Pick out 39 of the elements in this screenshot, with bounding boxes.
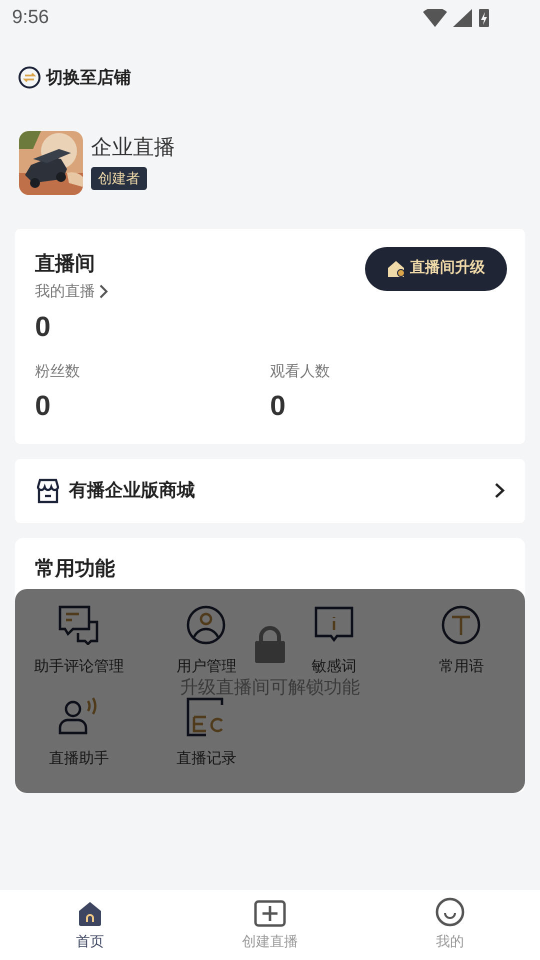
function-item[interactable]: 敏感词 xyxy=(270,604,398,678)
stat-value: 0 xyxy=(270,388,287,422)
stat-value: 0 xyxy=(35,388,52,422)
battery-icon xyxy=(478,8,490,28)
home-icon xyxy=(77,901,103,927)
stat-label: 观看人数 xyxy=(270,362,331,382)
status-time: 9:56 xyxy=(12,6,49,30)
profile-name: 企业直播 xyxy=(91,135,175,161)
nav-tab[interactable]: 首页 xyxy=(0,890,180,960)
chevron-right-icon xyxy=(494,482,505,499)
role-badge: 创建者 xyxy=(91,167,147,190)
chat-bubbles-icon xyxy=(58,604,100,644)
function-item[interactable]: 直播助手 xyxy=(15,696,142,770)
function-item[interactable]: 常用语 xyxy=(398,604,525,678)
letter-t-icon xyxy=(441,604,482,644)
function-item[interactable]: 助手评论管理 xyxy=(15,604,142,678)
plus-square-icon xyxy=(254,900,286,927)
nav-tab[interactable]: 创建直播 xyxy=(180,890,360,960)
switch-store-button[interactable]: 切换至店铺 xyxy=(18,65,131,90)
wifi-icon xyxy=(423,9,447,27)
swap-icon xyxy=(18,66,41,90)
chevron-right-icon xyxy=(99,284,108,300)
card-title: 直播间 xyxy=(35,252,95,276)
stat-label: 粉丝数 xyxy=(35,362,81,382)
user-icon xyxy=(186,604,226,644)
signal-icon xyxy=(453,9,472,27)
my-live-link[interactable]: 我的直播 xyxy=(35,280,108,303)
lock-icon xyxy=(254,626,286,664)
function-item[interactable]: 用户管理 xyxy=(142,604,270,678)
stat-value: 0 xyxy=(35,310,52,344)
info-bubble-icon xyxy=(314,606,354,644)
function-item[interactable]: 直播记录 xyxy=(142,696,270,770)
nav-tab[interactable]: 我的 xyxy=(360,890,540,960)
card-title: 常用功能 xyxy=(34,556,116,582)
mall-link[interactable]: 有播企业版商城 xyxy=(15,458,525,522)
house-up-icon xyxy=(387,260,406,278)
shop-icon xyxy=(35,478,61,504)
smile-circle-icon xyxy=(435,897,465,927)
upgrade-button[interactable]: 直播间升级 xyxy=(365,246,507,290)
